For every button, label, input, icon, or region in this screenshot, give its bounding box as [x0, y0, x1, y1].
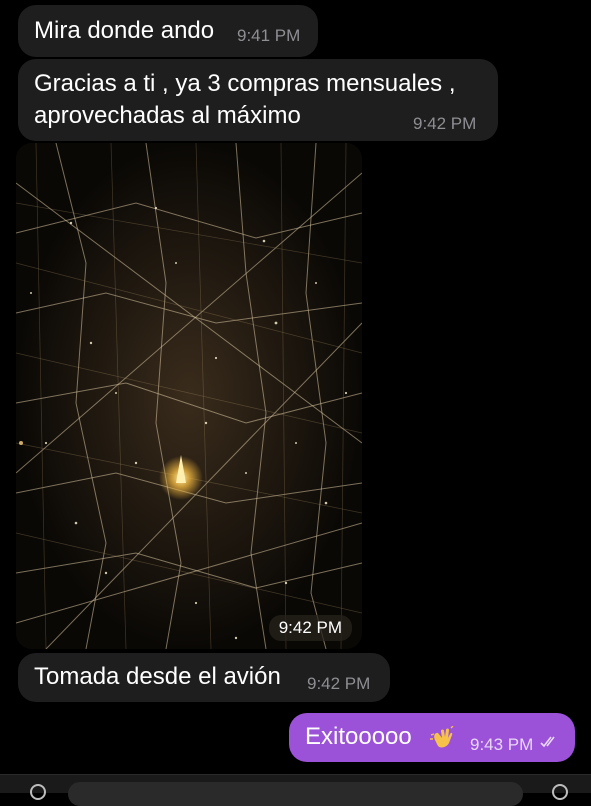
message-text: Mira donde ando	[34, 17, 215, 44]
message-input[interactable]	[68, 782, 523, 806]
message-timestamp: 9:41 PM	[237, 26, 301, 45]
message-bubble-outgoing[interactable]: Exitooooo 9:43 PM	[289, 713, 575, 762]
message-bubble-incoming[interactable]: Tomada desde el avión 9:42 PM	[18, 653, 390, 702]
city-lights-night-photo	[16, 143, 362, 649]
message-bubble-incoming[interactable]: Gracias a ti , ya 3 compras mensuales , …	[18, 59, 498, 141]
message-timestamp: 9:42 PM	[413, 114, 477, 133]
camera-icon[interactable]	[552, 784, 568, 800]
message-text-line: aprovechadas al máximo	[34, 102, 301, 129]
message-text: Tomada desde el avión	[34, 663, 281, 690]
message-text: Exitooooo	[305, 723, 412, 750]
photo-message[interactable]: 9:42 PM	[16, 143, 362, 649]
message-timestamp: 9:43 PM	[470, 735, 534, 754]
message-timestamp: 9:42 PM	[307, 674, 371, 693]
attach-icon[interactable]	[30, 784, 46, 800]
read-receipt-icon	[540, 735, 562, 749]
waving-hand-emoji	[429, 725, 455, 750]
message-bubble-incoming[interactable]: Mira donde ando 9:41 PM	[18, 5, 318, 57]
photo-timestamp: 9:42 PM	[268, 615, 352, 641]
message-text-line: Gracias a ti , ya 3 compras mensuales ,	[34, 70, 456, 97]
